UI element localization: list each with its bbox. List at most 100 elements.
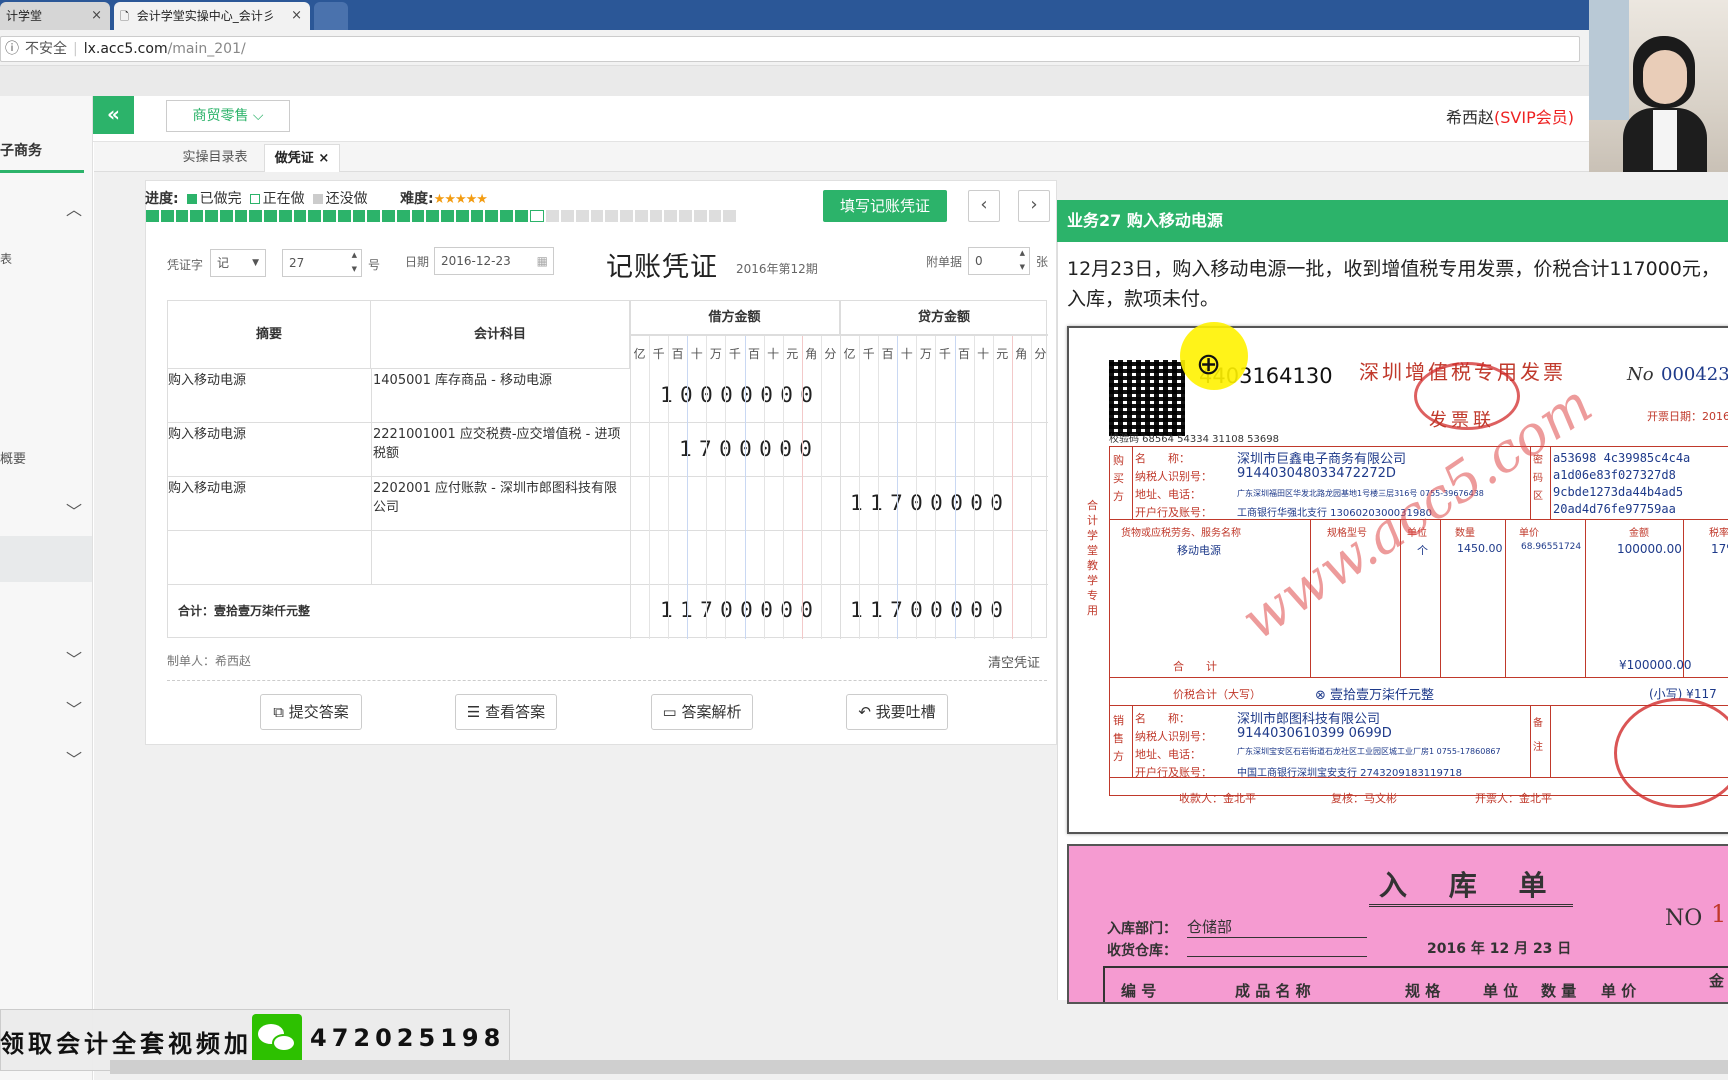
digit-gridline (725, 335, 727, 639)
fill-voucher-button[interactable]: 填写记账凭证 (823, 190, 947, 222)
row-summary[interactable]: 购入移动电源 (168, 425, 368, 444)
dept-value: 仓储部 (1187, 916, 1367, 938)
receipt-col: 规 格 (1405, 982, 1441, 1000)
payee: 收款人：金北平 (1179, 792, 1256, 805)
progress-step (470, 210, 484, 222)
chevron-down-icon[interactable]: ﹀ (66, 646, 82, 670)
voucher-title: 记账凭证 (606, 252, 718, 283)
divider (167, 680, 1047, 681)
col-debit-header: 借方金额 (630, 301, 840, 335)
digit-gridline (744, 335, 746, 639)
digit-unit-label: 分 (1034, 347, 1047, 361)
zoom-in-icon[interactable]: ⊕ (1196, 350, 1221, 380)
row-summary[interactable]: 购入移动电源 (168, 479, 368, 498)
warehouse-receipt-image[interactable]: 入 库 单 入库部门： 仓储部 收货仓库： 2016 年 12 月 23 日 N… (1067, 844, 1728, 1004)
total-debit: 11700000 (660, 598, 821, 622)
voucher-word-select[interactable]: 记 ▼ (210, 249, 266, 277)
divider (630, 335, 1048, 336)
digit-gridline (878, 335, 880, 639)
browser-tab[interactable]: 计学堂 × (0, 2, 110, 30)
progress-step (485, 210, 498, 222)
progress-step (455, 210, 469, 222)
row-account[interactable]: 2202001 应付账款 - 深圳市郎图科技有限公司 (371, 479, 627, 517)
row-account[interactable]: 2221001001 应交税费-应交增值税 - 进项税额 (371, 425, 627, 463)
chevron-down-icon[interactable]: ﹀ (66, 498, 82, 522)
receipt-title: 入 库 单 (1369, 864, 1573, 907)
invoice-no: 00042388 (1661, 364, 1728, 385)
progress-step (514, 210, 528, 222)
voucher-number-input[interactable]: 27 ▲ ▼ (282, 249, 362, 277)
cipher-block: a53698 4c39985c4c4a a1d06e83f027327d8 9c… (1553, 450, 1690, 518)
tab-label: 做凭证 (274, 151, 314, 166)
view-answer-button[interactable]: ☰ 查看答案 (455, 694, 557, 730)
progress-step (293, 210, 307, 222)
row-debit[interactable]: 10000000 (660, 383, 820, 407)
digit-gridline (859, 335, 861, 639)
divider (1132, 447, 1133, 519)
row-debit[interactable]: 1700000 (679, 437, 819, 461)
chevron-down-icon[interactable]: ﹀ (66, 746, 82, 770)
voucher-maker: 制单人：希西赵 (167, 654, 252, 668)
vat-invoice-image[interactable]: 校验码 68564 54334 31108 53698 4403164130 深… (1067, 326, 1728, 834)
lbl-tax: 纳税人识别号： (1135, 470, 1212, 483)
answer-analysis-button[interactable]: ▭ 答案解析 (651, 694, 753, 730)
sidebar-section-title[interactable]: 子商务 (0, 140, 84, 173)
chevron-down-icon[interactable]: ﹀ (66, 696, 82, 720)
new-tab-button[interactable] (314, 2, 348, 30)
progress-step (575, 210, 589, 222)
tab-title: 会计学堂实操中心_会计彡 (136, 9, 275, 23)
sidebar-item-selected[interactable] (0, 536, 92, 582)
info-icon[interactable]: ⓘ (5, 41, 19, 57)
progress-step (160, 210, 174, 222)
divider (1505, 519, 1506, 677)
total-label: 合计：壹拾壹万柒仟元整 (178, 604, 311, 618)
digit-unit-label: 分 (824, 347, 837, 361)
row-summary[interactable]: 购入移动电源 (168, 371, 368, 390)
tab-close-icon[interactable]: × (291, 2, 302, 30)
digit-unit-label: 角 (805, 347, 818, 361)
progress-step (337, 210, 351, 222)
attachment-count-input[interactable]: 0 ▲ ▼ (968, 247, 1030, 275)
receipt-col: 单 价 (1601, 982, 1637, 1000)
digit-gridline (649, 335, 651, 639)
browser-tab-active[interactable]: 🗋 会计学堂实操中心_会计彡 × (114, 2, 310, 30)
divider (1110, 705, 1728, 706)
goods-name: 移动电源 (1177, 544, 1221, 557)
calendar-icon[interactable]: ▦ (537, 248, 548, 274)
tab-practice-catalog[interactable]: 实操目录表 (170, 144, 260, 172)
todo-swatch (312, 194, 323, 204)
progress-step (234, 210, 248, 222)
stepper-icon[interactable]: ▲ ▼ (352, 248, 357, 276)
cipher-line: 20ad4d76fe97759aa (1553, 502, 1676, 516)
user-info[interactable]: 希西赵(SVIP会员) (1446, 104, 1574, 128)
submit-answer-button[interactable]: ⧉ 提交答案 (260, 694, 362, 730)
tab-make-voucher[interactable]: 做凭证 × (264, 144, 340, 172)
chevron-up-icon[interactable]: ︿ (66, 196, 82, 220)
divider (371, 369, 372, 585)
row-account[interactable]: 1405001 库存商品 - 移动电源 (371, 371, 627, 390)
row-credit[interactable]: 11700000 (850, 491, 1010, 515)
address-bar[interactable]: ⓘ 不安全 | lx.acc5.com/main_201/ (0, 36, 1580, 62)
buyer-side-label: 购买方 (1113, 454, 1124, 503)
divider (630, 301, 631, 639)
promo-number: 472025198 (310, 1024, 506, 1052)
date-input[interactable]: 2016-12-23 ▦ (434, 247, 554, 275)
clear-voucher-link[interactable]: 清空凭证 (988, 652, 1040, 671)
promo-text: 领取会计全套视频加 (0, 1030, 252, 1058)
collapse-sidebar-button[interactable]: « (93, 96, 134, 134)
cipher-line: a1d06e83f027327d8 (1553, 468, 1676, 482)
button-label: 答案解析 (681, 703, 742, 721)
attachment-count-value: 0 (975, 254, 983, 268)
sidebar-item[interactable]: 表 (0, 250, 12, 267)
sidebar-item[interactable]: 概要 (0, 448, 26, 467)
close-icon[interactable]: × (318, 151, 329, 166)
next-button[interactable]: › (1018, 190, 1050, 222)
tab-close-icon[interactable]: × (91, 2, 102, 30)
horizontal-scrollbar[interactable] (110, 1060, 1728, 1074)
stepper-icon[interactable]: ▲ ▼ (1020, 246, 1025, 274)
industry-dropdown[interactable]: 商贸零售 ⌵ (166, 100, 290, 132)
prev-button[interactable]: ‹ (968, 190, 1000, 222)
feedback-button[interactable]: ↶ 我要吐槽 (846, 694, 948, 730)
drawer: 开票人：金北平 (1475, 792, 1552, 805)
